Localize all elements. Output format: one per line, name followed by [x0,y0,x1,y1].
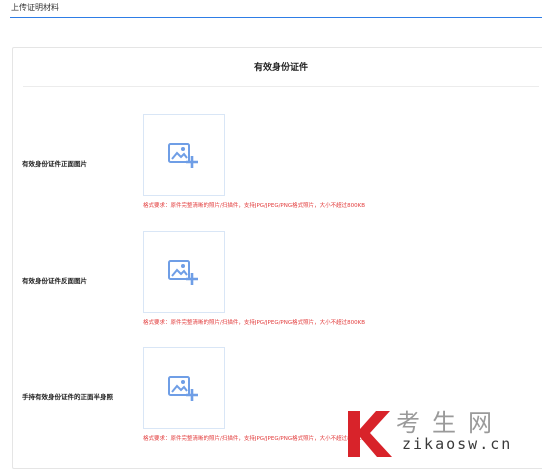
watermark-url-text: zikaosw.cn [402,435,513,453]
add-image-icon [168,260,198,285]
upload-button-back[interactable] [143,231,225,313]
row-label-handheld: 手持有效身份证件的正面半身照 [22,393,113,401]
format-hint: 格式要求：原件完整清晰的照片/扫描件，支持JPG/JPEG/PNG格式照片，大小… [143,436,366,442]
format-hint: 格式要求：原件完整清晰的照片/扫描件，支持JPG/JPEG/PNG格式照片，大小… [143,320,366,326]
watermark-logo: 考生网 zikaosw.cn [346,405,542,461]
card-divider [23,86,539,87]
format-hint: 格式要求：原件完整清晰的照片/扫描件，支持JPG/JPEG/PNG格式照片，大小… [143,203,366,209]
watermark-cn-text: 考生网 [396,409,504,437]
upload-button-front[interactable] [143,114,225,196]
k-logo-icon [348,411,392,457]
card-title: 有效身份证件 [253,63,308,73]
page-header: 上传证明材料 [0,0,542,19]
add-image-icon [168,376,198,401]
add-image-icon [168,143,198,168]
row-label-back: 有效身份证件反面图片 [22,277,87,285]
header-underline [10,17,542,18]
row-label-front: 有效身份证件正面图片 [22,160,87,168]
upload-row-front: 有效身份证件正面图片 格式要求：原件完整清晰的照片/扫描件，支持JPG/JPEG… [13,114,542,224]
page-title: 上传证明材料 [11,3,59,12]
upload-row-back: 有效身份证件反面图片 格式要求：原件完整清晰的照片/扫描件，支持JPG/JPEG… [13,231,542,341]
upload-button-handheld[interactable] [143,347,225,429]
